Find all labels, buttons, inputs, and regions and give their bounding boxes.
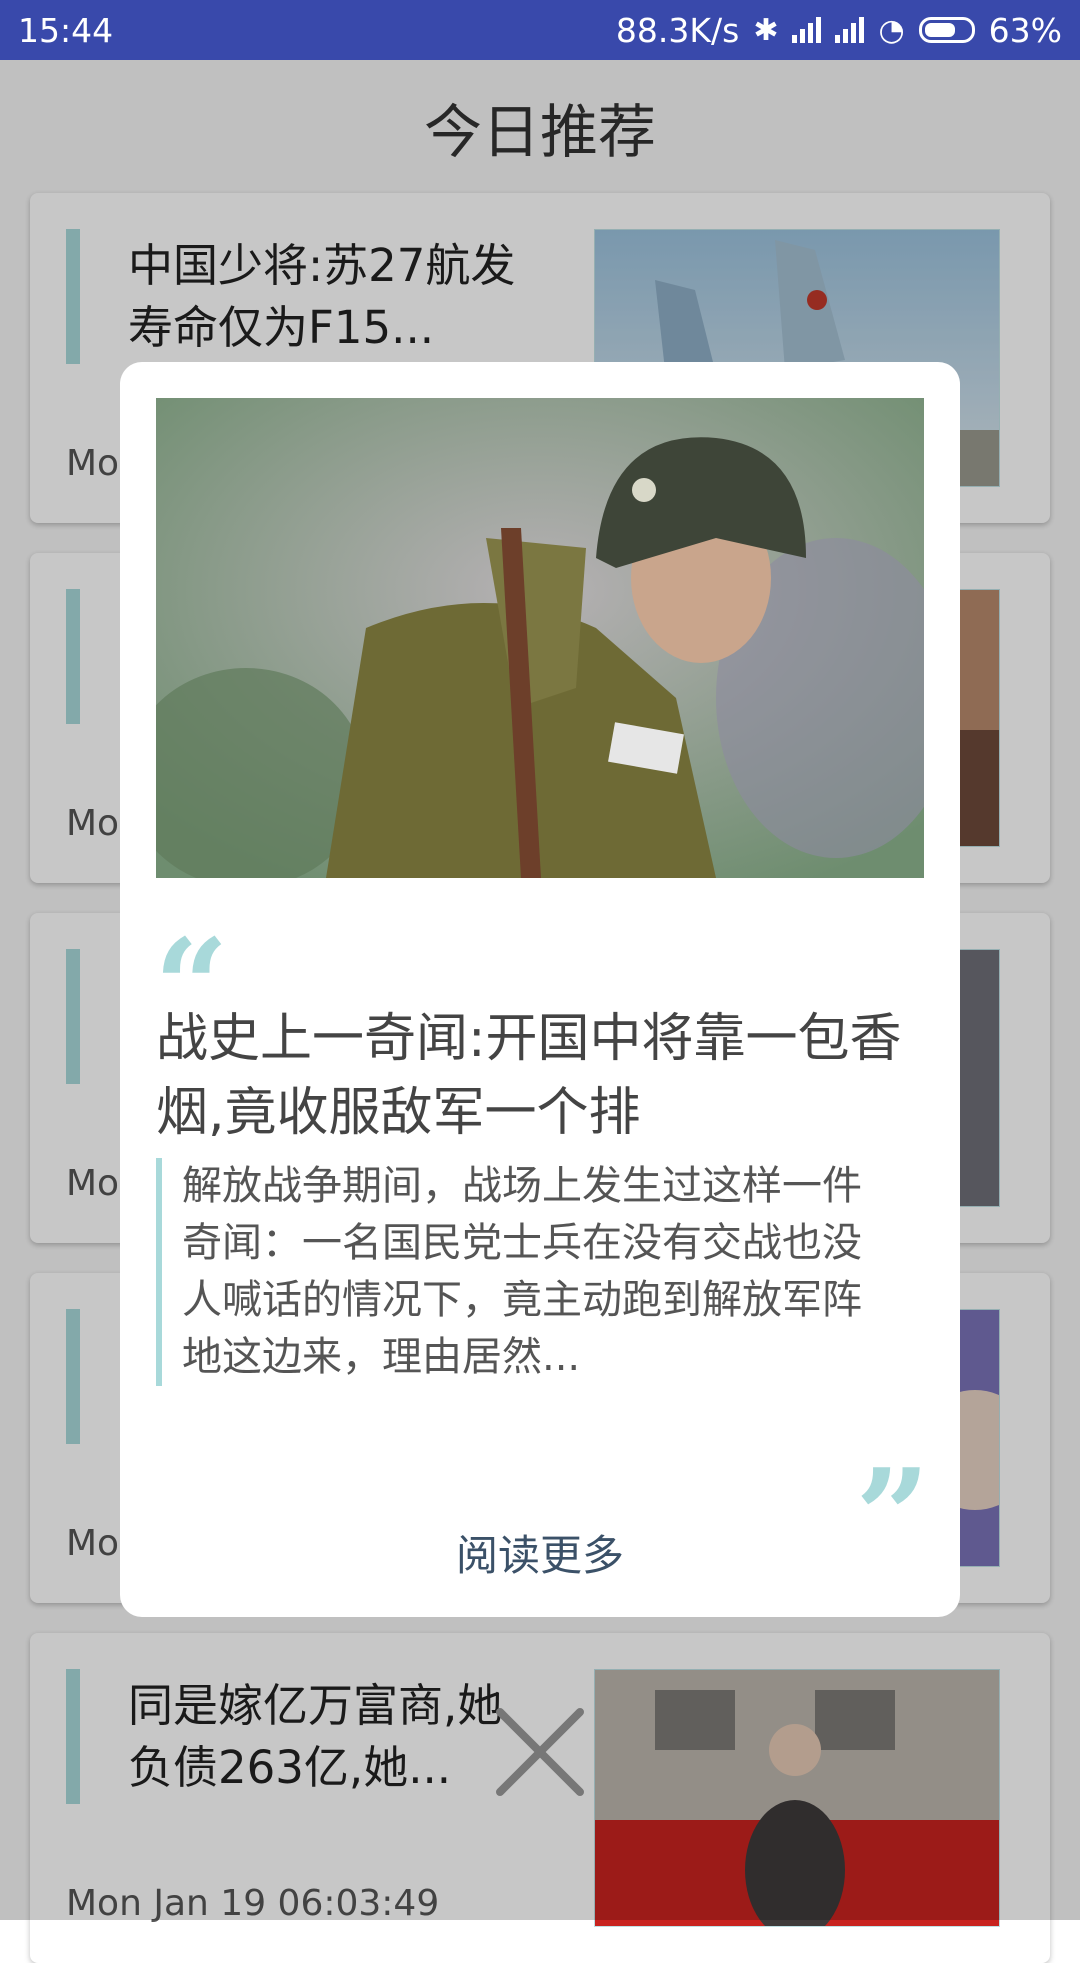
article-excerpt: 解放战争期间，战场上发生过这样一件奇闻：一名国民党士兵在没有交战也没人喊话的情况… <box>156 1158 882 1386</box>
signal-icon <box>835 17 865 43</box>
bluetooth-icon: ✱ <box>753 12 779 48</box>
status-time: 15:44 <box>18 10 114 50</box>
battery-percent: 63% <box>988 10 1062 50</box>
article-title: 战史上一奇闻:开国中将靠一包香烟,竟收服敌军一个排 <box>156 1009 902 1143</box>
open-quote-icon: “ <box>154 910 229 1063</box>
read-more-button[interactable]: 阅读更多 <box>120 1522 960 1583</box>
signal-icon <box>792 17 822 43</box>
article-preview-dialog: “ 战史上一奇闻:开国中将靠一包香烟,竟收服敌军一个排 解放战争期间，战场上发生… <box>120 362 960 1617</box>
article-image <box>156 398 924 878</box>
battery-icon <box>918 17 975 43</box>
close-icon[interactable] <box>494 1706 586 1798</box>
status-icons: 88.3K/s ✱ ◔ 63% <box>616 11 1062 50</box>
net-speed: 88.3K/s <box>615 10 740 50</box>
wifi-icon: ◔ <box>878 12 905 48</box>
status-bar: 15:44 88.3K/s ✱ ◔ 63% <box>0 0 1080 60</box>
